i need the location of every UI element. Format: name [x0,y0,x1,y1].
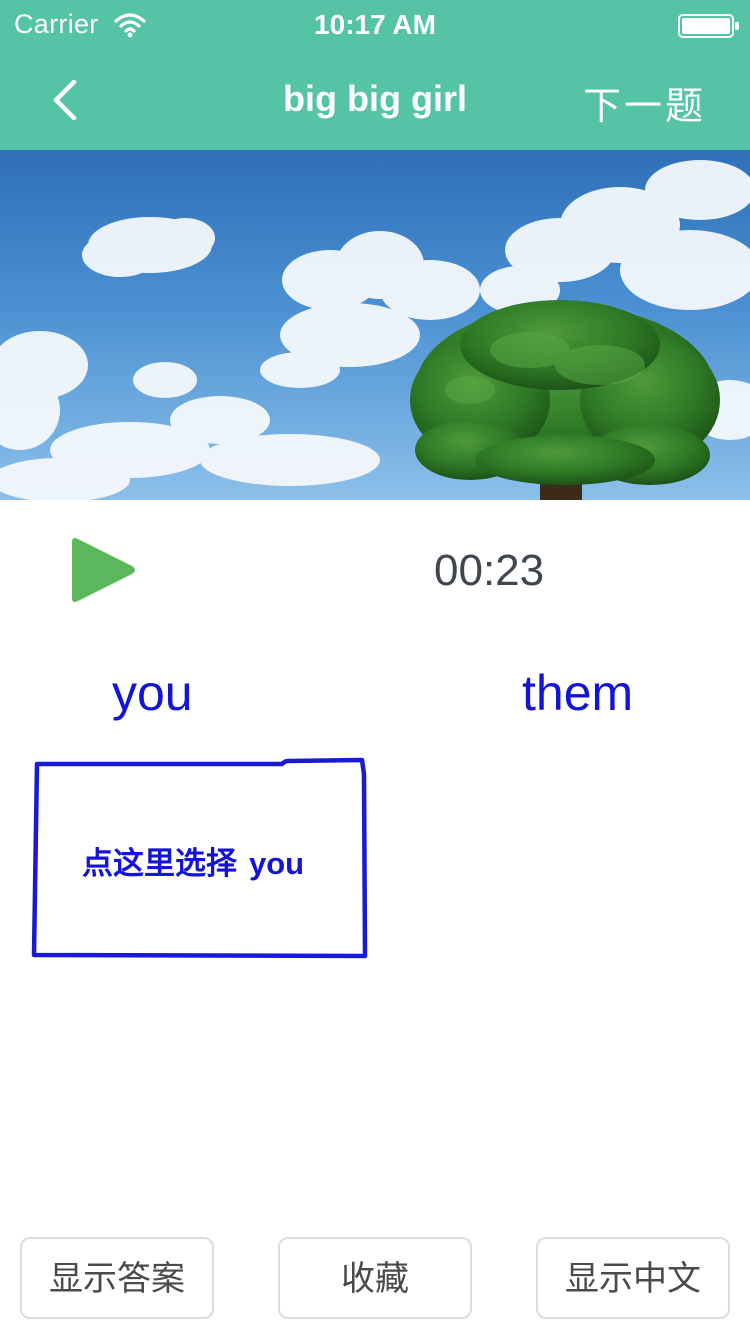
option-them[interactable]: them [522,664,633,722]
annotation-instruction: 点这里选择 [82,846,237,882]
status-time: 10:17 AM [314,9,436,40]
show-answer-button[interactable]: 显示答案 [20,1237,214,1319]
header: Carrier 10:17 AM big big girl 下一题 [0,0,750,150]
annotation-text: 点这里选择 you [82,838,304,883]
show-chinese-button[interactable]: 显示中文 [536,1237,730,1319]
battery-icon [678,14,739,38]
listening-quiz-screen: Carrier 10:17 AM big big girl 下一题 00:23 … [0,0,750,1334]
playback-time: 00:23 [434,546,545,595]
option-you[interactable]: you [112,664,193,722]
nav-bar: big big girl 下一题 [0,50,750,150]
hero-image [0,150,750,500]
play-icon [72,538,135,602]
play-button[interactable] [66,534,142,610]
next-question-button[interactable]: 下一题 [583,75,706,130]
annotation-word: you [249,846,305,881]
status-bar: Carrier 10:17 AM [0,0,750,50]
sky-tree-image [0,150,750,500]
favorite-button[interactable]: 收藏 [278,1237,472,1319]
